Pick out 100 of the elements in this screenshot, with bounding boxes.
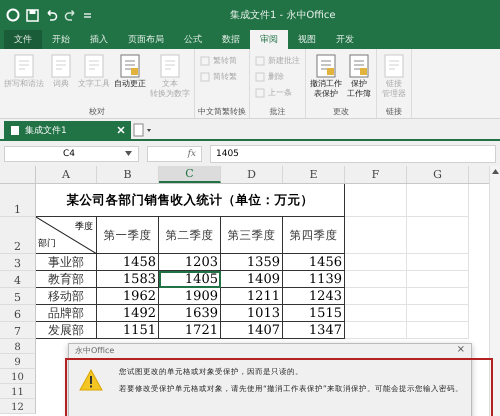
- row-header[interactable]: 12: [0, 399, 36, 414]
- column-header[interactable]: D: [221, 166, 283, 183]
- button-label: 链接: [386, 79, 402, 89]
- column-header[interactable]: G: [407, 166, 469, 183]
- table-cell: 品牌部: [36, 305, 97, 322]
- row-header[interactable]: 7: [0, 322, 36, 339]
- row-header[interactable]: 6: [0, 305, 36, 322]
- column-heading: 第三季度: [221, 217, 283, 254]
- square-icon: [255, 56, 265, 66]
- button-label: 文本: [162, 79, 178, 89]
- button-label: 工作簿: [347, 88, 371, 98]
- warning-icon: [79, 369, 103, 392]
- grid-cell: [345, 305, 407, 322]
- vertical-scrollbar[interactable]: [489, 166, 500, 416]
- dialog-title: 永中Office: [75, 344, 114, 356]
- button-label: 词典: [53, 79, 69, 89]
- table-cell: 1492: [97, 305, 159, 322]
- table-cell: 1139: [283, 271, 345, 288]
- row-header[interactable]: 11: [0, 384, 36, 399]
- scroll-up-arrow-icon[interactable]: [492, 169, 498, 174]
- table-cell: 1515: [283, 305, 345, 322]
- grid-cell: [345, 288, 407, 305]
- grid-cell: [407, 254, 469, 271]
- button-label: 转换为数字: [150, 88, 190, 98]
- square-icon: [200, 56, 210, 66]
- menu-tab[interactable]: 公式: [174, 30, 212, 49]
- table-cell: 1013: [221, 305, 283, 322]
- save-icon[interactable]: [26, 8, 39, 22]
- table-cell: 1583: [97, 271, 159, 288]
- table-cell: 1405: [159, 271, 221, 288]
- dropdown-arrow-icon[interactable]: [125, 151, 132, 156]
- ribbon-button[interactable]: 自动更正: [113, 51, 147, 106]
- grid-cell: [407, 184, 469, 217]
- column-header[interactable]: A: [36, 166, 97, 183]
- table-cell: 1347: [283, 322, 345, 339]
- menu-tab[interactable]: 插入: [80, 30, 118, 49]
- function-button[interactable]: fx: [147, 146, 202, 162]
- row-header[interactable]: 2: [0, 217, 36, 254]
- ribbon-button[interactable]: 撤消工作 表保护: [309, 51, 343, 106]
- redo-icon[interactable]: [64, 8, 77, 22]
- formula-input[interactable]: 1405: [210, 144, 496, 162]
- new-document-icon[interactable]: [133, 123, 153, 137]
- table-cell: 1359: [221, 254, 283, 271]
- square-icon: [255, 72, 265, 82]
- table-cell: 1962: [97, 288, 159, 305]
- app-logo-icon[interactable]: [6, 8, 20, 22]
- row-header[interactable]: 3: [0, 254, 36, 271]
- grid-cell: [345, 217, 407, 254]
- grid-cell: [345, 254, 407, 271]
- menu-tab[interactable]: 开发: [326, 30, 364, 49]
- button-label: 撤消工作: [310, 79, 342, 89]
- close-button[interactable]: ×: [454, 345, 467, 355]
- table-cell: 1639: [159, 305, 221, 322]
- table-title: 某公司各部门销售收入统计（单位：万元）: [36, 184, 345, 217]
- ribbon-button[interactable]: 保护 工作簿: [345, 51, 373, 106]
- document-tab[interactable]: 集成文件1: [4, 121, 131, 139]
- grid-cell: [407, 305, 469, 322]
- table-cell: 1203: [159, 254, 221, 271]
- window-title: 集成文件1 - 永中Office: [230, 8, 336, 22]
- group-label: 链接: [385, 106, 403, 117]
- column-header[interactable]: E: [283, 166, 345, 183]
- menu-tab[interactable]: 审阅: [250, 30, 288, 49]
- header-text: 部门: [38, 238, 56, 250]
- file-menu-tab[interactable]: 文件: [4, 30, 42, 49]
- grid-cell: [407, 217, 469, 254]
- close-icon[interactable]: [117, 126, 125, 134]
- name-box[interactable]: C4: [4, 146, 139, 162]
- table-cell: 1409: [221, 271, 283, 288]
- table-cell: 移动部: [36, 288, 97, 305]
- sheet-icon: [10, 124, 20, 136]
- button-label: 表保护: [314, 88, 338, 98]
- table-cell: 事业部: [36, 254, 97, 271]
- grid-cell: [345, 322, 407, 339]
- grid-cell: [407, 271, 469, 288]
- row-header[interactable]: 5: [0, 288, 36, 305]
- row-header[interactable]: 1: [0, 184, 36, 217]
- menu-tab[interactable]: 视图: [288, 30, 326, 49]
- button-label: 自动更正: [114, 79, 146, 89]
- undo-icon[interactable]: [45, 8, 58, 22]
- column-header[interactable]: C: [159, 166, 221, 183]
- group-label: 校对: [88, 106, 106, 117]
- row-header[interactable]: 8: [0, 339, 36, 354]
- row-header[interactable]: 9: [0, 354, 36, 369]
- row-header[interactable]: 10: [0, 369, 36, 384]
- table-cell: 教育部: [36, 271, 97, 288]
- menu-tab[interactable]: 页面布局: [118, 30, 174, 49]
- menu-tab[interactable]: 数据: [212, 30, 250, 49]
- column-header[interactable]: F: [345, 166, 407, 183]
- column-heading: 第二季度: [159, 217, 221, 254]
- table-cell: 1151: [97, 322, 159, 339]
- column-heading: 第一季度: [97, 217, 159, 254]
- row-header[interactable]: 4: [0, 271, 36, 288]
- button-label: 拼写和语法: [4, 79, 44, 89]
- table-cell: 1456: [283, 254, 345, 271]
- grid-cell: [345, 271, 407, 288]
- table-cell: 1721: [159, 322, 221, 339]
- menu-tab[interactable]: 开始: [42, 30, 80, 49]
- button-label: 保护: [351, 79, 367, 89]
- table-cell: 1211: [221, 288, 283, 305]
- table-cell: 1407: [221, 322, 283, 339]
